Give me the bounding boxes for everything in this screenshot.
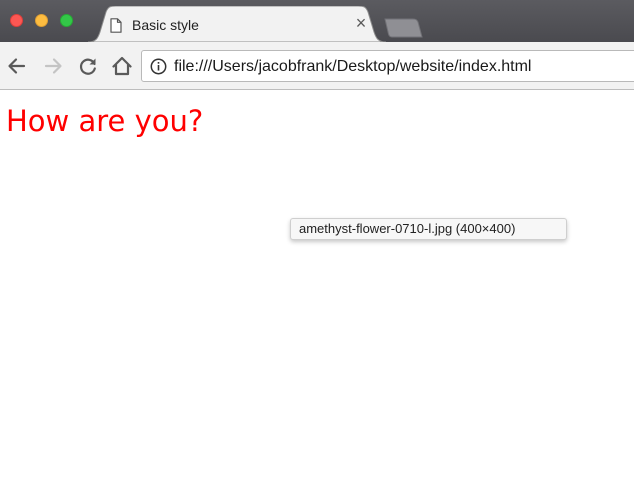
browser-window: Basic style × file:///Users/jacobfrank/D… [0,0,634,488]
tab-title: Basic style [132,17,199,33]
reload-icon[interactable] [77,55,99,77]
close-icon[interactable]: × [352,14,370,32]
home-icon[interactable] [111,55,133,77]
window-close-button[interactable] [10,14,23,27]
window-minimize-button[interactable] [35,14,48,27]
tab-basic-style[interactable]: Basic style × [88,6,386,42]
back-arrow-icon[interactable] [6,55,28,77]
toolbar: file:///Users/jacobfrank/Desktop/website… [0,42,634,90]
forward-arrow-icon[interactable] [42,55,64,77]
address-bar[interactable]: file:///Users/jacobfrank/Desktop/website… [141,50,634,82]
image-tooltip: amethyst-flower-0710-l.jpg (400×400) [290,218,567,240]
window-maximize-button[interactable] [60,14,73,27]
url-text[interactable]: file:///Users/jacobfrank/Desktop/website… [174,58,531,76]
page-icon [110,18,122,33]
page-content: How are you? amethyst-flower-0710-l.jpg … [0,91,634,488]
new-tab-button[interactable] [383,17,423,38]
info-icon[interactable] [150,58,167,75]
page-heading: How are you? [6,104,204,138]
tab-strip: Basic style × [0,0,634,42]
